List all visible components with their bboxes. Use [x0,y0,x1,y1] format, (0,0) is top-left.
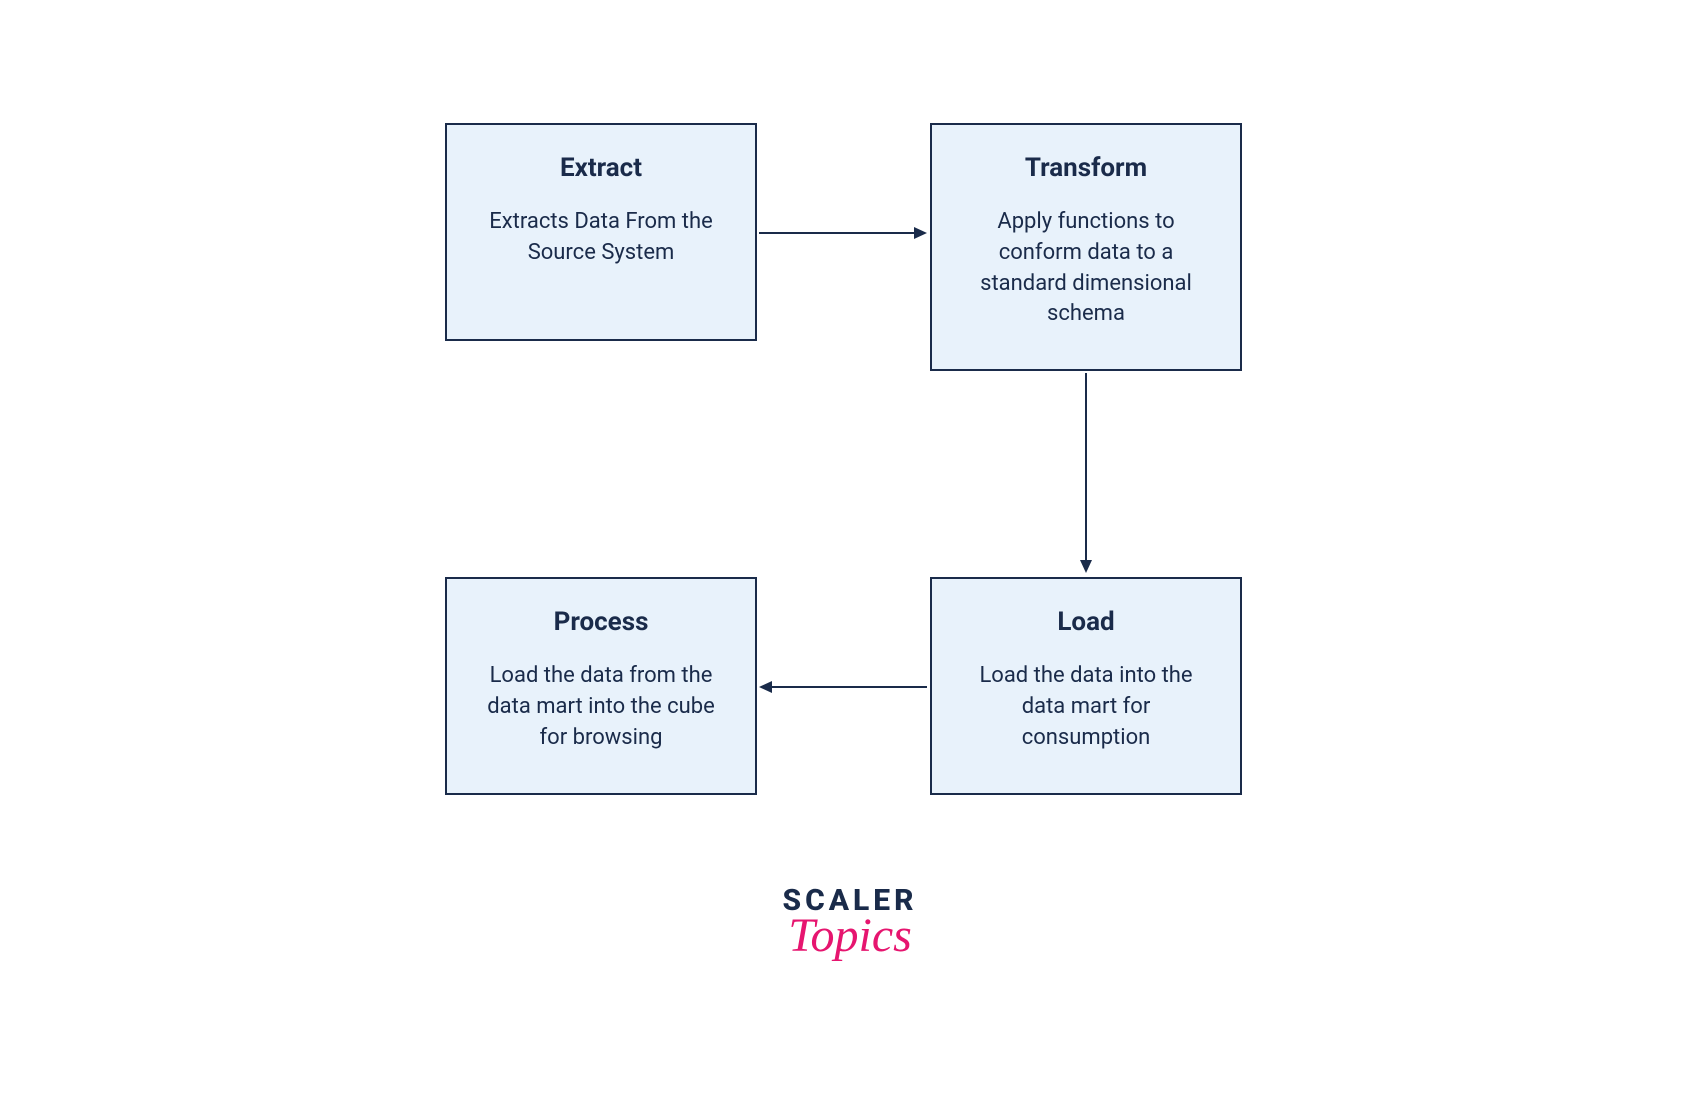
extract-desc: Extracts Data From the Source System [477,207,725,269]
transform-desc: Apply functions to conform data to a sta… [962,207,1210,330]
scaler-topics-logo: SCALER Topics [782,883,917,963]
load-title: Load [962,607,1210,637]
arrow-extract-to-transform [759,223,927,243]
load-box: Load Load the data into the data mart fo… [930,577,1242,795]
etl-process-diagram: Extract Extracts Data From the Source Sy… [350,123,1350,983]
arrow-transform-to-load [1076,373,1096,573]
load-desc: Load the data into the data mart for con… [962,661,1210,753]
transform-box: Transform Apply functions to conform dat… [930,123,1242,371]
extract-title: Extract [477,153,725,183]
logo-topics-text: Topics [782,908,917,963]
transform-title: Transform [962,153,1210,183]
arrow-load-to-process [759,677,927,697]
extract-box: Extract Extracts Data From the Source Sy… [445,123,757,341]
process-title: Process [477,607,725,637]
process-desc: Load the data from the data mart into th… [477,661,725,753]
process-box: Process Load the data from the data mart… [445,577,757,795]
